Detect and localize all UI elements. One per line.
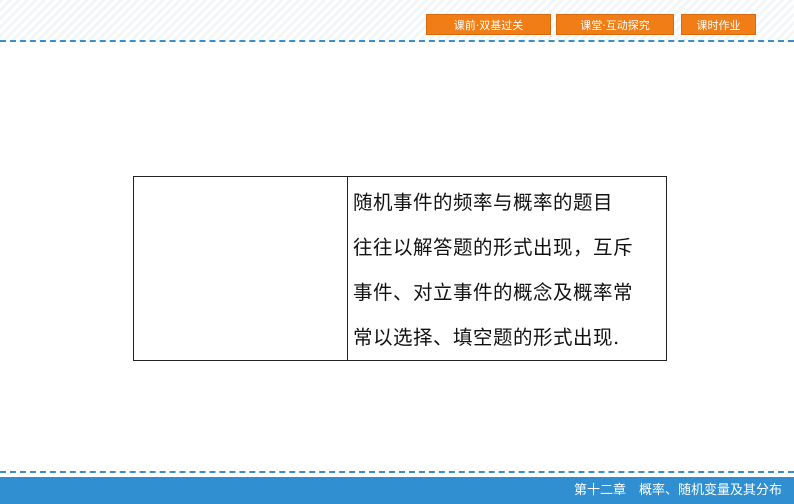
text-line: 往往以解答题的形式出现，互斥 — [353, 236, 634, 259]
text-line: 常以选择、填空题的形式出现. — [353, 326, 620, 349]
table-cell-right: 随机事件的频率与概率的题目 往往以解答题的形式出现，互斥 事件、对立事件的概念及… — [347, 176, 667, 361]
text-line: 随机事件的频率与概率的题目 — [353, 191, 614, 214]
nav-button-in-class[interactable]: 课堂·互动探究 — [556, 14, 674, 35]
table-cell-left — [133, 176, 348, 361]
content-table: 随机事件的频率与概率的题目 往往以解答题的形式出现，互斥 事件、对立事件的概念及… — [133, 176, 667, 361]
top-header: 课前·双基过关 课堂·互动探究 课时作业 — [0, 0, 794, 44]
exam-analysis-text: 随机事件的频率与概率的题目 往往以解答题的形式出现，互斥 事件、对立事件的概念及… — [348, 177, 666, 360]
footer-dashed-divider — [0, 471, 794, 473]
chapter-title: 第十二章 概率、随机变量及其分布 — [573, 483, 782, 498]
nav-button-homework[interactable]: 课时作业 — [681, 14, 756, 35]
text-line: 事件、对立事件的概念及概率常 — [353, 281, 634, 304]
header-stripe-pattern — [0, 0, 794, 40]
nav-button-pre-class[interactable]: 课前·双基过关 — [426, 14, 551, 35]
table-row: 随机事件的频率与概率的题目 往往以解答题的形式出现，互斥 事件、对立事件的概念及… — [133, 176, 667, 361]
header-dashed-divider — [0, 40, 794, 42]
